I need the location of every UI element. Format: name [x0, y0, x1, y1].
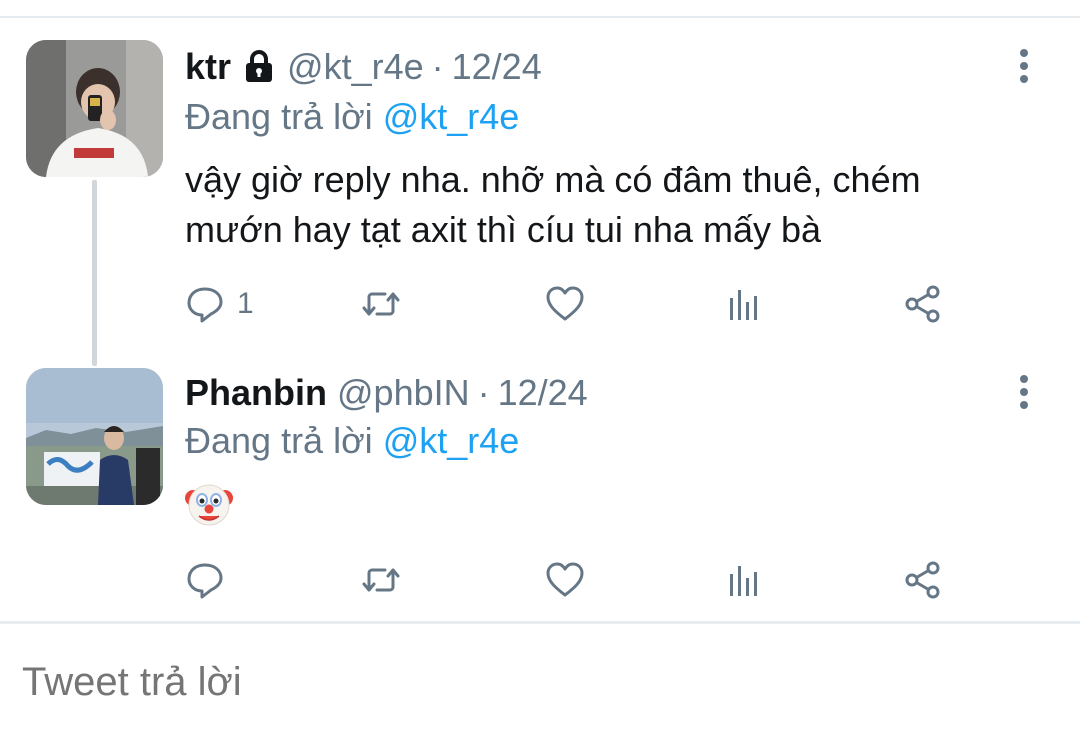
replying-to-mention[interactable]: @kt_r4e	[383, 96, 520, 137]
reply-composer-input[interactable]	[22, 660, 1022, 705]
tweet-date[interactable]: 12/24	[452, 46, 542, 88]
more-vertical-icon[interactable]	[1006, 46, 1042, 86]
replying-to-line: Đang trả lời @kt_r4e	[185, 96, 519, 138]
retweet-button[interactable]	[361, 282, 401, 326]
tweet-actions: 1	[185, 282, 965, 326]
reply-icon	[187, 287, 223, 323]
handle[interactable]: @phbIN	[337, 372, 470, 414]
like-button[interactable]	[545, 282, 585, 326]
top-divider	[0, 16, 1080, 18]
share-icon	[905, 285, 940, 323]
separator-dot: ·	[431, 46, 444, 87]
handle[interactable]: @kt_r4e	[287, 46, 424, 88]
more-vertical-icon[interactable]	[1006, 372, 1042, 412]
display-name[interactable]: ktr	[185, 46, 231, 88]
retweet-icon	[362, 568, 400, 592]
avatar-phanbin[interactable]	[26, 368, 163, 505]
retweet-icon	[362, 292, 400, 316]
replying-to-line: Đang trả lời @kt_r4e	[185, 420, 519, 462]
composer-divider	[0, 621, 1080, 624]
reply-icon	[187, 563, 223, 599]
share-button[interactable]	[903, 282, 943, 326]
avatar-ktr[interactable]	[26, 40, 163, 177]
tweet-header: Phanbin @phbIN · 12/24	[185, 372, 588, 414]
reply-count: 1	[237, 287, 254, 320]
reply-button[interactable]	[185, 558, 237, 602]
display-name[interactable]: Phanbin	[185, 372, 327, 414]
heart-icon	[546, 562, 584, 597]
tweet-actions	[185, 558, 965, 602]
reply-button[interactable]: 1	[185, 282, 254, 326]
analytics-icon	[730, 566, 757, 596]
replying-prefix: Đang trả lời	[185, 96, 373, 137]
tweet-date[interactable]: 12/24	[498, 372, 588, 414]
thread-connector-line	[92, 180, 97, 366]
share-icon	[905, 561, 940, 599]
replying-prefix: Đang trả lời	[185, 420, 373, 461]
replying-to-mention[interactable]: @kt_r4e	[383, 420, 520, 461]
analytics-button[interactable]	[723, 558, 763, 602]
retweet-button[interactable]	[361, 558, 401, 602]
share-button[interactable]	[903, 558, 943, 602]
tweet-header: ktr @kt_r4e · 12/24	[185, 46, 542, 88]
separator-dot: ·	[477, 372, 490, 413]
lock-icon	[241, 50, 277, 82]
heart-icon	[546, 286, 584, 321]
like-button[interactable]	[545, 558, 585, 602]
tweet-text: vậy giờ reply nha. nhỡ mà có đâm thuê, c…	[185, 159, 921, 250]
clown-face-icon	[184, 478, 234, 528]
analytics-button[interactable]	[723, 282, 763, 326]
analytics-icon	[730, 290, 757, 320]
tweet-thread: ktr @kt_r4e · 12/24 Đang trả lời @kt_r4e…	[0, 0, 1080, 746]
